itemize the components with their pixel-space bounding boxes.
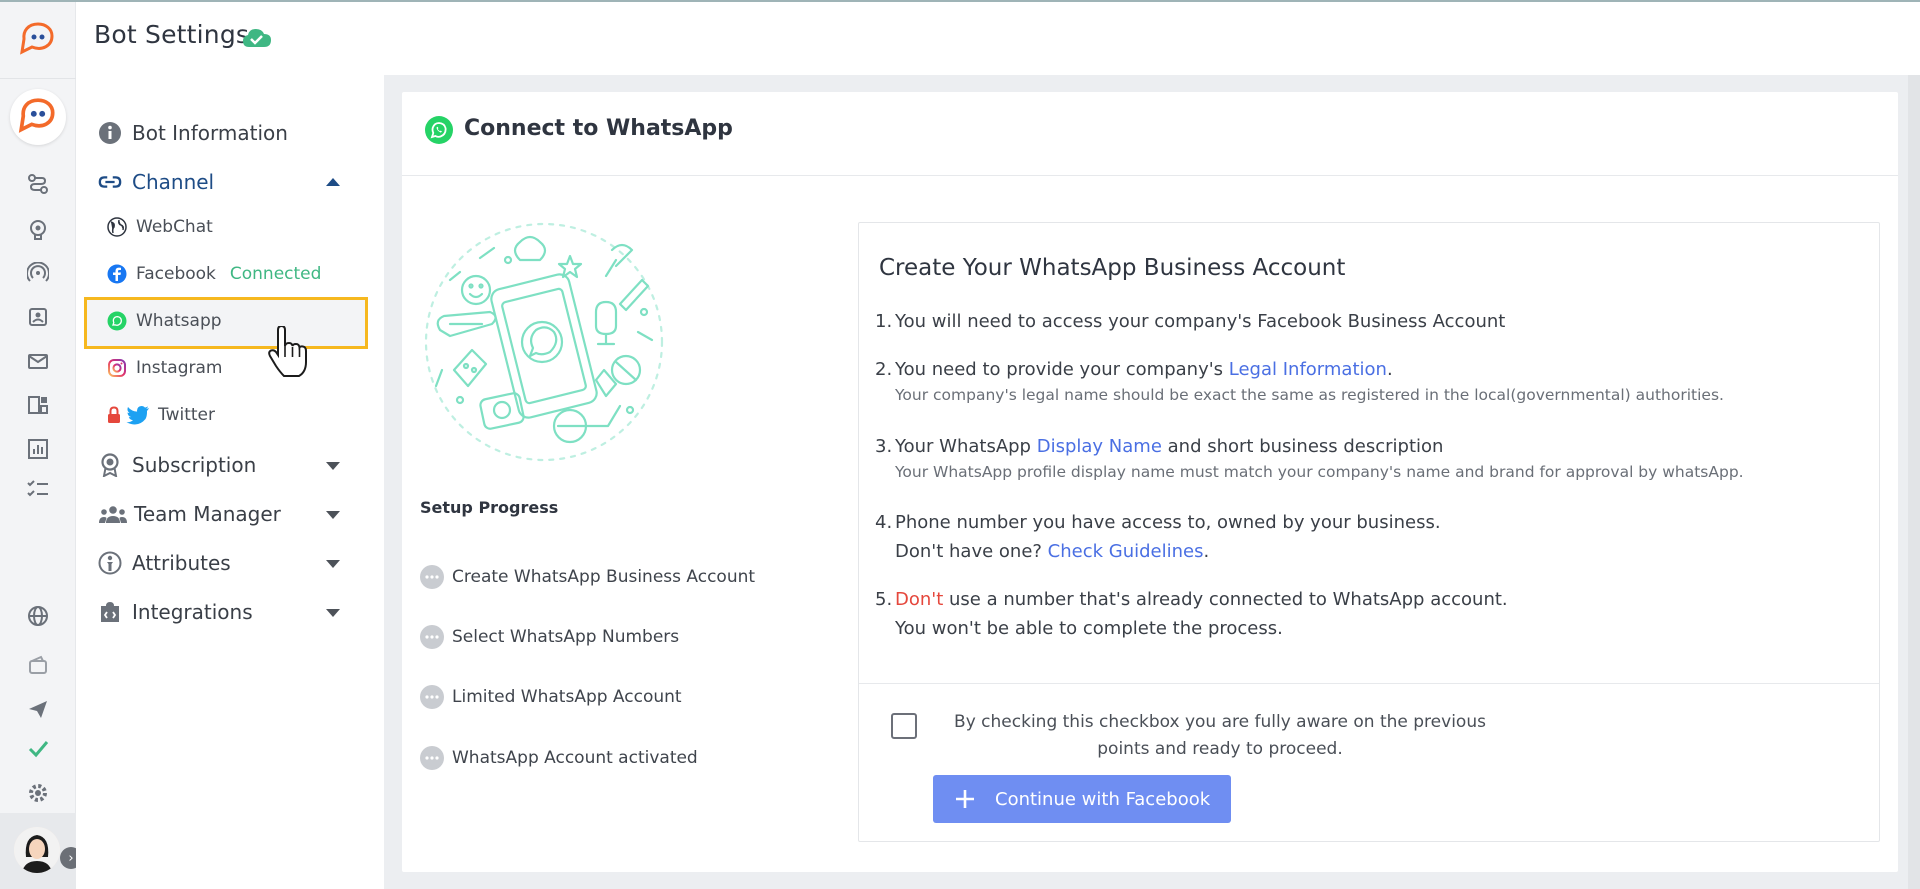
contacts-icon[interactable] (26, 305, 50, 329)
flow-icon[interactable] (26, 172, 50, 196)
lock-icon (106, 404, 122, 426)
nav-item-channel[interactable]: Channel (98, 165, 214, 199)
channel-item-twitter[interactable]: Twitter (106, 400, 215, 430)
nav-item-team-manager[interactable]: Team Manager (98, 497, 281, 531)
requirement-4: 4. Phone number you have access to, owned… (875, 512, 1441, 562)
step-label: Select WhatsApp Numbers (452, 627, 680, 647)
step-select-numbers: Select WhatsApp Numbers (420, 625, 679, 649)
analytics-icon[interactable] (26, 437, 50, 461)
checkbox-label: By checking this checkbox you are fully … (954, 712, 1486, 759)
inbox-icon[interactable] (26, 349, 50, 373)
gear-icon[interactable] (26, 781, 50, 805)
channel-item-facebook[interactable]: Facebook Connected (106, 259, 321, 289)
legal-information-link[interactable]: Legal Information (1229, 359, 1387, 380)
nav-item-label: Bot Information (132, 121, 288, 145)
check-guidelines-link[interactable]: Check Guidelines (1048, 541, 1204, 562)
nav-item-label: Team Manager (134, 502, 281, 526)
display-name-link[interactable]: Display Name (1037, 436, 1162, 457)
pending-dots-icon (420, 565, 444, 589)
requirements-panel: Create Your WhatsApp Business Account 1.… (858, 222, 1880, 842)
button-label: Continue with Facebook (995, 788, 1211, 810)
link-icon (98, 170, 122, 194)
nav-item-bot-information[interactable]: Bot Information (98, 116, 288, 150)
step-limited-account: Limited WhatsApp Account (420, 685, 682, 709)
hand-cursor-icon (268, 324, 308, 380)
check-icon[interactable] (26, 736, 50, 760)
pending-dots-icon (420, 746, 444, 770)
chevron-up-icon[interactable] (326, 178, 340, 186)
globe-icon[interactable] (26, 604, 50, 628)
send-icon[interactable] (26, 697, 50, 721)
requirement-1: 1. You will need to access your company's… (875, 311, 1506, 332)
card-title: Connect to WhatsApp (464, 116, 733, 141)
scrollbar[interactable] (1908, 75, 1920, 889)
channel-label: Instagram (136, 358, 223, 378)
requirement-5: 5. Don't use a number that's already conn… (875, 589, 1508, 639)
globe-icon (106, 216, 128, 238)
connected-status-badge: Connected (229, 264, 322, 284)
panel-divider (859, 683, 1879, 684)
team-icon (98, 502, 128, 526)
app-rail: › (0, 2, 82, 889)
pending-dots-icon (420, 685, 444, 709)
settings-nav: Bot Information Channel WebChat Facebook… (76, 75, 384, 889)
avatar[interactable] (14, 827, 60, 873)
facebook-icon (106, 263, 128, 285)
channel-label: WebChat (136, 217, 213, 237)
channel-label: Facebook (136, 264, 216, 284)
nav-item-label: Integrations (132, 600, 253, 624)
info-icon (98, 121, 122, 145)
wallet-icon[interactable] (26, 653, 50, 677)
channel-item-webchat[interactable]: WebChat (106, 212, 213, 242)
channel-item-whatsapp[interactable]: Whatsapp (106, 306, 222, 336)
broadcast-icon[interactable] (26, 261, 50, 285)
attributes-icon (98, 551, 122, 575)
step-label: WhatsApp Account activated (452, 748, 698, 768)
twitter-icon (126, 404, 150, 426)
chevron-down-icon[interactable] (326, 609, 340, 617)
rail-divider (0, 78, 76, 79)
requirement-2: 2. You need to provide your company's Leg… (875, 359, 1724, 404)
instagram-icon (106, 357, 128, 379)
nav-item-label: Attributes (132, 551, 231, 575)
brain-icon[interactable] (26, 217, 50, 241)
nav-item-label: Subscription (132, 453, 257, 477)
integrations-icon (98, 600, 122, 624)
continue-with-facebook-button[interactable]: Continue with Facebook (933, 775, 1231, 823)
chevron-down-icon[interactable] (326, 560, 340, 568)
app-logo-icon[interactable] (18, 20, 58, 60)
setup-progress-title: Setup Progress (420, 498, 559, 517)
whatsapp-icon (106, 310, 128, 332)
tasks-icon[interactable] (26, 477, 50, 501)
whatsapp-illustration (420, 220, 668, 464)
step-account-activated: WhatsApp Account activated (420, 746, 698, 770)
nav-item-label: Channel (132, 170, 215, 194)
chevron-down-icon[interactable] (326, 462, 340, 470)
bot-avatar-icon[interactable] (10, 89, 66, 145)
acknowledge-checkbox[interactable] (891, 713, 917, 739)
nav-item-attributes[interactable]: Attributes (98, 546, 231, 580)
page-title: Bot Settings (94, 20, 250, 49)
step-label: Limited WhatsApp Account (452, 687, 682, 707)
user-profile[interactable]: › (0, 813, 82, 889)
step-create-account: Create WhatsApp Business Account (420, 565, 755, 589)
page-header: Bot Settings (76, 2, 1920, 75)
cloud-saved-icon (242, 26, 272, 50)
whatsapp-connect-card: Connect to WhatsApp Setup Progress Creat… (402, 92, 1898, 872)
channel-label: Whatsapp (136, 311, 222, 331)
channel-item-instagram[interactable]: Instagram (106, 353, 223, 383)
nav-item-integrations[interactable]: Integrations (98, 595, 253, 629)
nav-item-subscription[interactable]: Subscription (98, 448, 256, 482)
pending-dots-icon (420, 625, 444, 649)
plus-icon (953, 787, 977, 811)
award-icon (98, 453, 122, 477)
templates-icon[interactable] (26, 393, 50, 417)
chevron-down-icon[interactable] (326, 511, 340, 519)
requirements-heading: Create Your WhatsApp Business Account (879, 255, 1346, 281)
requirement-3: 3. Your WhatsApp Display Name and short b… (875, 436, 1744, 481)
step-label: Create WhatsApp Business Account (452, 567, 756, 587)
card-header: Connect to WhatsApp (402, 92, 1898, 176)
whatsapp-icon (424, 115, 454, 145)
channel-label: Twitter (158, 405, 215, 425)
